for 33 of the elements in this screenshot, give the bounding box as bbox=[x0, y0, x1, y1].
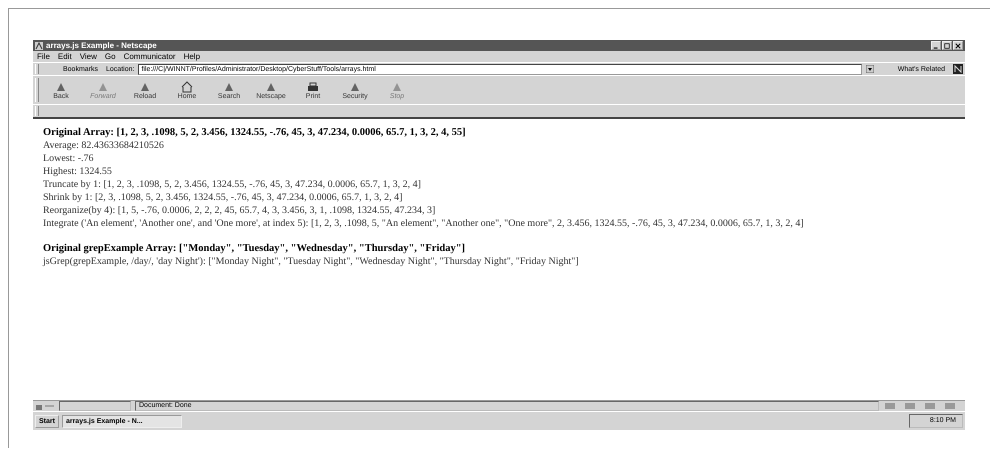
triangle-icon bbox=[138, 80, 152, 92]
triangle-icon bbox=[222, 80, 236, 92]
triangle-icon bbox=[264, 80, 278, 92]
menu-item[interactable]: Edit bbox=[58, 52, 72, 61]
result-line: Shrink by 1: [2, 3, .1098, 5, 2, 3.456, 1324.55, -.76, 45, 3, 47.234, 0.0006, 65.7, 1, 3, 2, 4] bbox=[43, 191, 404, 204]
result-heading: Original Array: [1, 2, 3, .1098, 5, 2, 3.456, 1324.55, -.76, 45, 3, 47.234, 0.0006, 65.7, 1, 3, 2, 4, 55] bbox=[43, 126, 467, 139]
triangle-icon bbox=[54, 80, 68, 92]
maximize-button[interactable] bbox=[942, 41, 952, 50]
window-title: arrays.js Example - Netscape bbox=[46, 41, 157, 50]
menu-item[interactable]: Go bbox=[104, 52, 116, 61]
result-line: jsGrep(grepExample, /day/, 'day Night'): ["Monday Night", "Tuesday Night", "Wednesday Night", "Thursday Night", "Friday Night"] bbox=[43, 255, 580, 268]
result-line: Reorganize(by 4): [1, 5, -.76, 0.0006, 2, 2, 2, 45, 65.7, 4, 3, 3.456, 3, 1, .1098, 1324.55, 47.234, 3] bbox=[43, 204, 436, 217]
result-heading: Original grepExample Array: ["Monday", "Tuesday", "Wednesday", "Thursday", "Friday"] bbox=[43, 242, 466, 255]
dropdown-arrow-icon[interactable] bbox=[866, 65, 874, 73]
triangle-icon bbox=[348, 80, 362, 92]
maximize-icon bbox=[944, 42, 950, 48]
menu-item[interactable]: File bbox=[37, 52, 50, 61]
menu-item[interactable]: Communicator bbox=[124, 52, 176, 61]
triangle-icon bbox=[390, 80, 404, 92]
menu-item[interactable]: View bbox=[80, 52, 97, 61]
printer-icon bbox=[306, 80, 320, 92]
result-line: Average: 82.43633684210526 bbox=[43, 139, 165, 152]
menu-item[interactable]: Help bbox=[184, 52, 200, 61]
status-panel bbox=[59, 401, 131, 411]
result-line: Lowest: -.76 bbox=[43, 152, 95, 165]
close-button[interactable] bbox=[953, 41, 963, 50]
triangle-icon bbox=[96, 80, 110, 92]
close-icon bbox=[955, 42, 961, 48]
minimize-button[interactable] bbox=[931, 41, 941, 50]
result-line: Highest: 1324.55 bbox=[43, 165, 113, 178]
result-line: Truncate by 1: [1, 2, 3, .1098, 5, 2, 3.456, 1324.55, -.76, 45, 3, 47.234, 0.0006, 65.7, 1, 3, 2, 4] bbox=[43, 178, 422, 191]
result-line: Integrate ('An element', 'Another one', and 'One more', at index 5): [1, 2, 3, .1098, 5, "An element", "Another one", "One more", 2, 3.456, 1324.55, -.76, 45, 3, 47.234, 0.0006, 65.7, 1, 3, 2, 4] bbox=[43, 217, 805, 230]
house-icon bbox=[180, 80, 194, 92]
